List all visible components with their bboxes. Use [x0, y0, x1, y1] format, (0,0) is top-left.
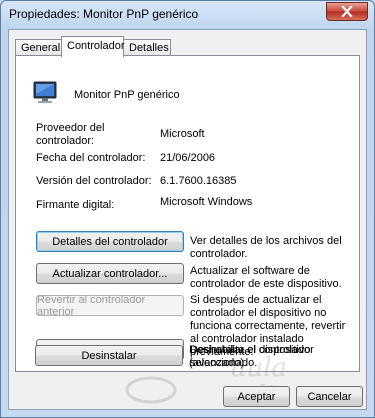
tab-general[interactable]: General [15, 39, 62, 56]
rollback-driver-button[interactable]: Revertir al controlador anterior [36, 294, 184, 318]
version-value: 6.1.7600.16385 [160, 175, 237, 187]
window-title: Propiedades: Monitor PnP genérico [9, 7, 199, 21]
version-label: Versión del controlador: [36, 175, 152, 187]
dialog-client: General Controlador Detalles Monitor PnP… [8, 29, 367, 410]
svg-text:aula: aula [231, 353, 287, 383]
provider-label: Proveedor del controlador: [36, 122, 105, 147]
close-button[interactable] [326, 2, 368, 21]
ok-button[interactable]: Aceptar [223, 386, 290, 407]
update-driver-button[interactable]: Actualizar controlador... [36, 263, 184, 284]
cancel-button[interactable]: Cancelar [296, 386, 363, 407]
tab-controlador[interactable]: Controlador [61, 36, 124, 57]
monitor-icon [33, 81, 57, 103]
signer-label: Firmante digital: [36, 199, 115, 211]
signer-value: Microsoft Windows [160, 196, 253, 208]
close-icon [341, 6, 353, 17]
driver-details-description: Ver detalles de los archivos del control… [190, 235, 342, 260]
tab-detalles[interactable]: Detalles [123, 39, 171, 56]
date-value: 21/06/2006 [160, 152, 216, 164]
device-name: Monitor PnP genérico [74, 89, 180, 101]
date-label: Fecha del controlador: [36, 152, 146, 164]
aulaclic-watermark-logo: aula clic [125, 353, 289, 410]
properties-window: Propiedades: Monitor PnP genérico Genera… [0, 0, 375, 418]
update-driver-description: Actualizar el software de controlador de… [190, 265, 342, 290]
provider-value: Microsoft [160, 128, 205, 140]
tab-panel-controlador: Monitor PnP genérico Proveedor del contr… [15, 55, 360, 372]
title-bar[interactable]: Propiedades: Monitor PnP genérico [1, 1, 374, 29]
driver-details-button[interactable]: Detalles del controlador [36, 231, 184, 252]
